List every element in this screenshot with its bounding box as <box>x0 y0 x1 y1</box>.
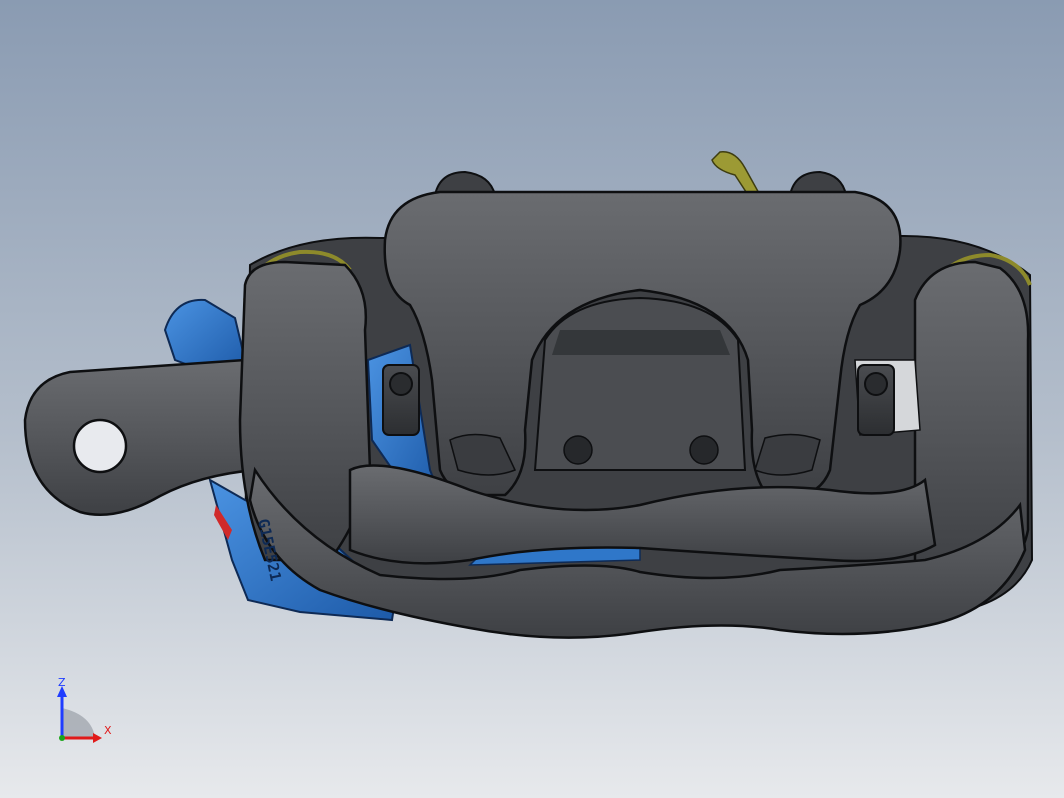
mounting-hole <box>72 418 128 474</box>
piston-bore-left <box>563 435 593 465</box>
brake-caliper-model[interactable]: G15E521 <box>0 0 1064 798</box>
graphics-viewport[interactable]: G15E521 Z X <box>0 0 1064 798</box>
x-axis-label: X <box>104 724 112 737</box>
piston-bore-right <box>689 435 719 465</box>
z-axis-label: Z <box>58 676 66 689</box>
guide-pin-bolt-right <box>864 372 888 396</box>
triad-graphic <box>57 686 102 743</box>
guide-pin-bolt-left <box>389 372 413 396</box>
coordinate-triad[interactable]: Z X <box>40 670 130 760</box>
y-axis-icon <box>59 735 65 741</box>
